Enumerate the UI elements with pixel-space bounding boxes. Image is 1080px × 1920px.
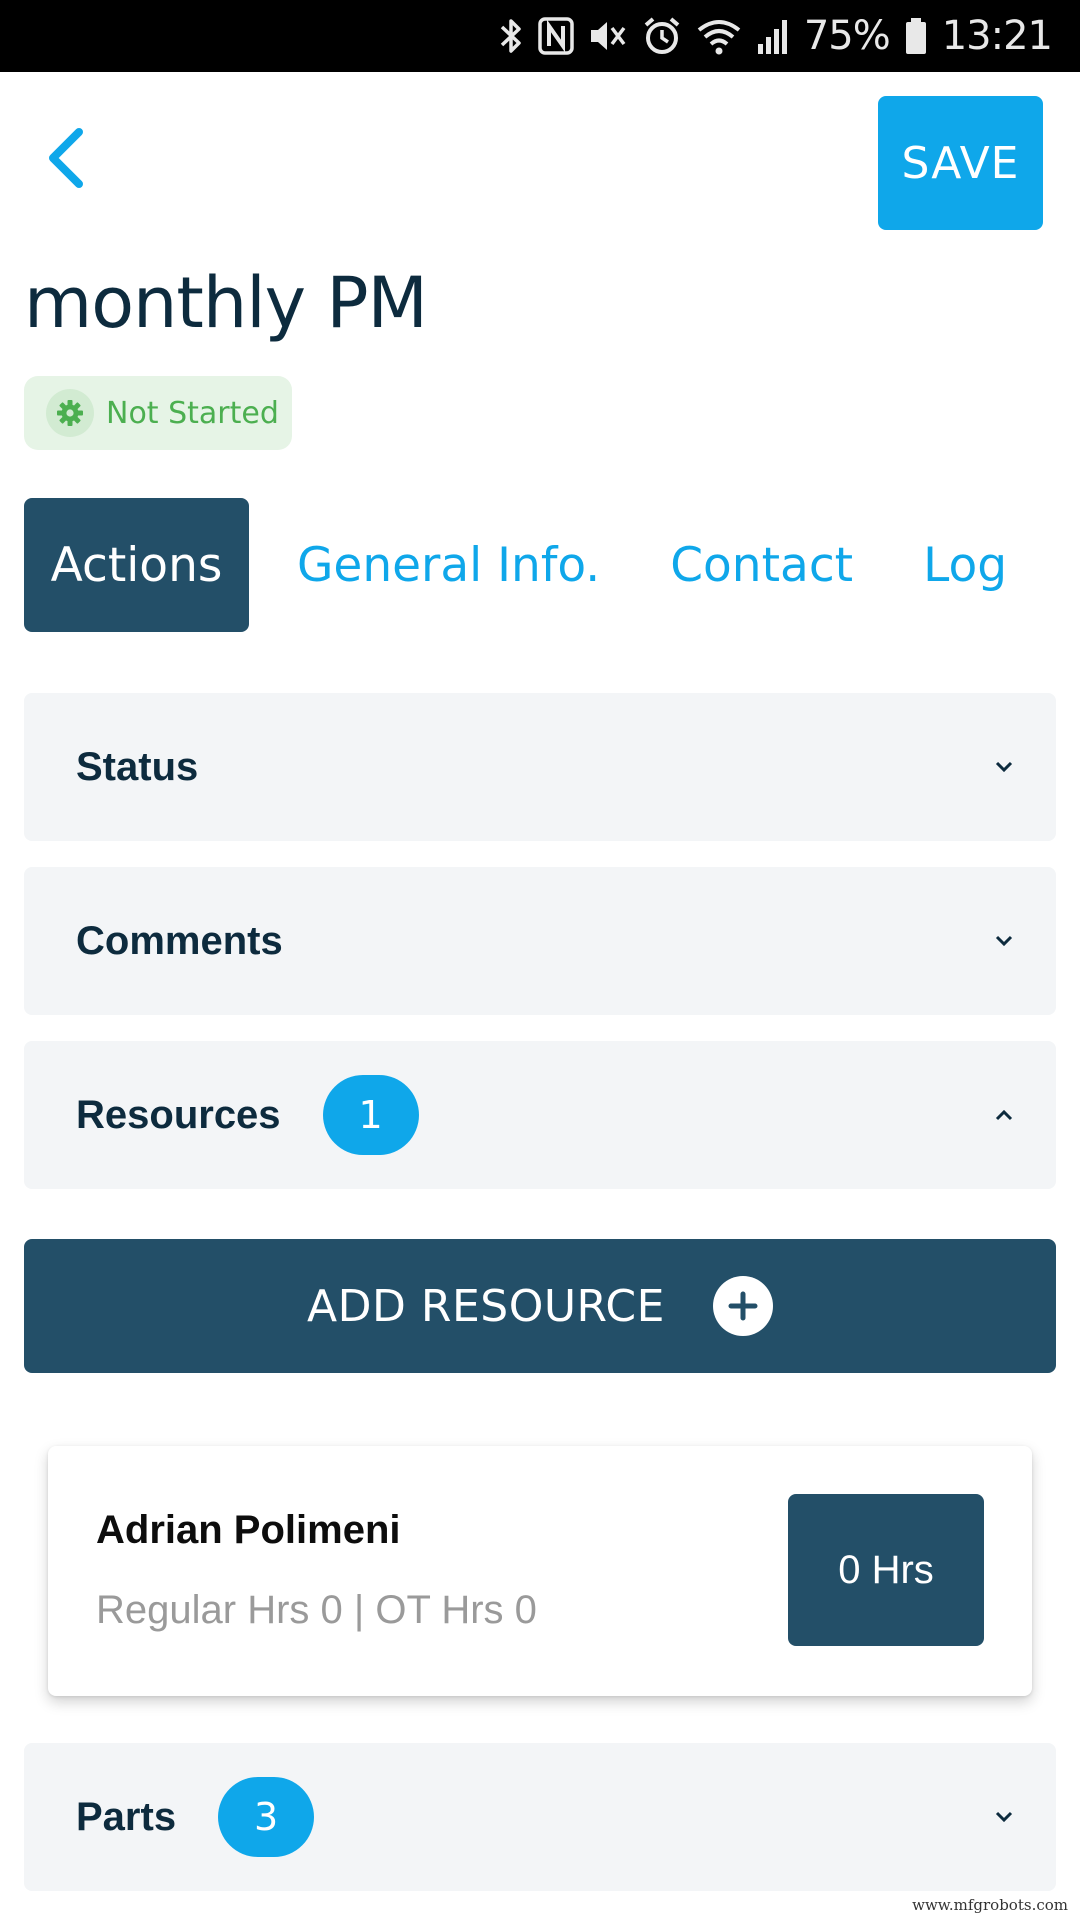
comments-section-header[interactable]: Comments — [24, 867, 1056, 1015]
tab-contact[interactable]: Contact — [670, 498, 853, 632]
resource-hours-detail: Regular Hrs 0 | OT Hrs 0 — [96, 1588, 537, 1632]
resources-section-header[interactable]: Resources 1 — [24, 1041, 1056, 1189]
chevron-left-icon — [49, 128, 83, 188]
mute-icon — [588, 14, 628, 58]
resource-name: Adrian Polimeni — [96, 1508, 401, 1552]
plus-circle-icon — [712, 1276, 773, 1336]
tab-general-info[interactable]: General Info. — [297, 498, 600, 632]
tab-bar: Actions General Info. Contact Log — [24, 498, 1007, 632]
chevron-down-icon — [992, 755, 1016, 779]
status-badge: Not Started — [24, 376, 292, 450]
add-resource-button[interactable]: ADD RESOURCE — [24, 1239, 1056, 1373]
chevron-down-icon — [992, 929, 1016, 953]
status-badge-label: Not Started — [106, 395, 279, 431]
tab-actions[interactable]: Actions — [24, 498, 249, 632]
resource-hours-button[interactable]: 0 Hrs — [788, 1494, 984, 1646]
comments-section-label: Comments — [76, 918, 283, 963]
status-section-label: Status — [76, 744, 199, 789]
parts-section-label: Parts — [76, 1794, 177, 1839]
parts-section-header[interactable]: Parts 3 — [24, 1743, 1056, 1891]
bluetooth-icon — [498, 14, 524, 58]
save-button[interactable]: SAVE — [878, 96, 1043, 230]
battery-percent: 75% — [803, 13, 891, 59]
chevron-up-icon — [992, 1103, 1016, 1127]
gear-icon — [46, 389, 94, 437]
watermark: www.mfgrobots.com — [912, 1896, 1068, 1914]
status-section-header[interactable]: Status — [24, 693, 1056, 841]
tab-log[interactable]: Log — [923, 498, 1007, 632]
battery-icon — [904, 14, 928, 58]
alarm-icon — [642, 14, 682, 58]
add-resource-label: ADD RESOURCE — [307, 1280, 665, 1332]
wifi-icon — [696, 14, 742, 58]
clock-time: 13:21 — [941, 13, 1053, 59]
back-button[interactable] — [30, 118, 100, 198]
resources-section-label: Resources — [76, 1092, 281, 1137]
resource-card[interactable]: Adrian Polimeni Regular Hrs 0 | OT Hrs 0… — [48, 1446, 1032, 1696]
resources-count-badge: 1 — [322, 1075, 419, 1155]
chevron-down-icon — [992, 1805, 1016, 1829]
page-title: monthly PM — [24, 262, 428, 344]
signal-icon — [756, 14, 790, 58]
parts-count-badge: 3 — [218, 1777, 315, 1857]
nfc-icon — [538, 14, 574, 58]
status-bar: 75% 13:21 — [0, 0, 1080, 72]
